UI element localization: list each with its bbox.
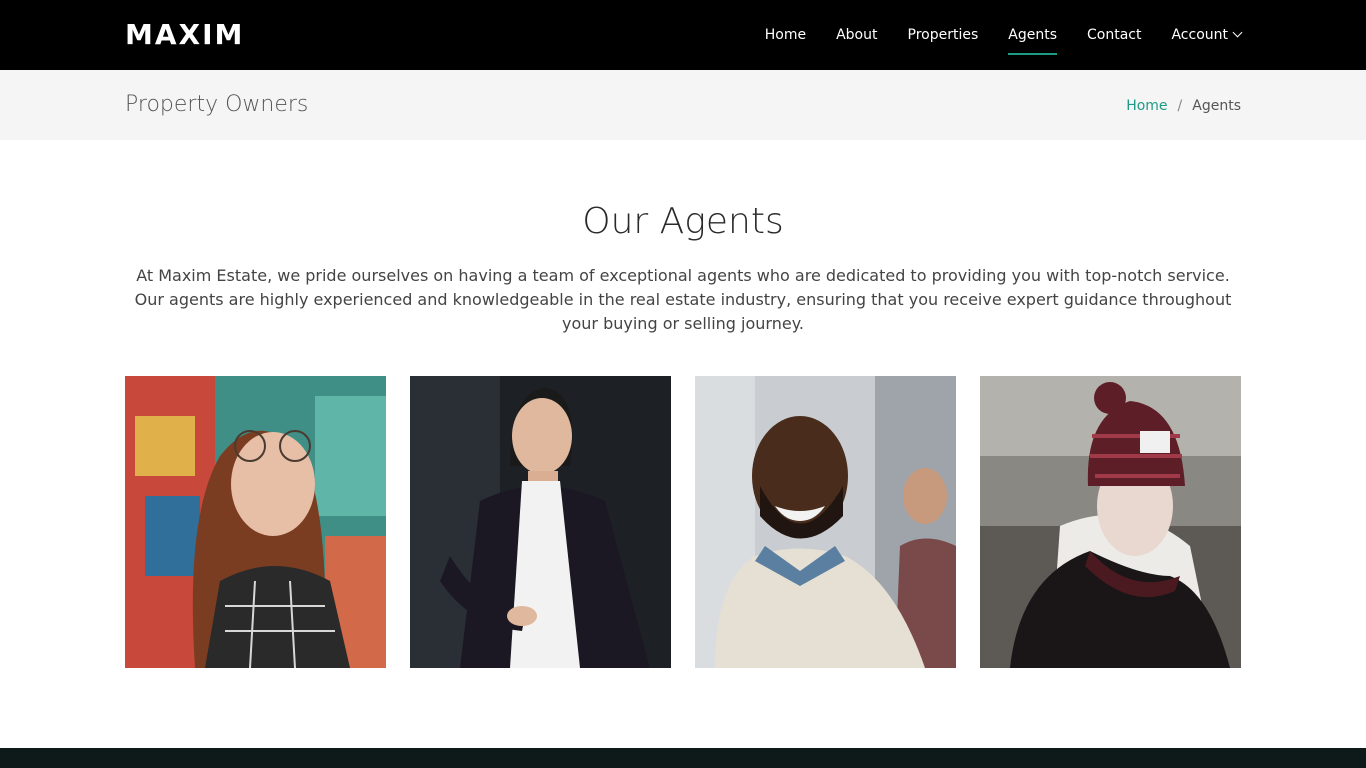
page-title: Property Owners <box>125 92 309 117</box>
nav-item-home[interactable]: Home <box>765 0 806 70</box>
nav-item-agents[interactable]: Agents <box>1008 0 1057 70</box>
nav-item-about[interactable]: About <box>836 0 877 70</box>
section-description: At Maxim Estate, we pride ourselves on h… <box>134 266 1232 333</box>
nav-label: Agents <box>1008 27 1057 43</box>
agent-portrait-image <box>125 376 386 668</box>
agent-photo[interactable] <box>125 376 386 668</box>
nav-label: Contact <box>1087 27 1142 43</box>
agents-grid <box>125 376 1241 668</box>
agent-photo[interactable] <box>695 376 956 668</box>
nav-label: About <box>836 27 878 43</box>
top-navbar: MAXIM Home About Properties Agents Conta… <box>0 0 1366 70</box>
breadcrumb-home-link[interactable]: Home <box>1126 96 1167 116</box>
nav-label: Properties <box>907 27 979 43</box>
agent-portrait-image <box>980 376 1241 668</box>
main-nav: Home About Properties Agents Contact Acc… <box>765 0 1243 70</box>
nav-item-account[interactable]: Account <box>1171 0 1243 70</box>
breadcrumb-separator: / <box>1177 98 1183 114</box>
agent-portrait-image <box>695 376 956 668</box>
footer-bar <box>0 748 1366 768</box>
nav-item-properties[interactable]: Properties <box>908 0 979 70</box>
breadcrumb: Home / Agents <box>1126 96 1241 116</box>
agent-photo[interactable] <box>980 376 1241 668</box>
agent-portrait-image <box>410 376 671 668</box>
page-header: Property Owners Home / Agents <box>0 70 1366 140</box>
section-title: Our Agents <box>582 201 784 242</box>
agent-photo[interactable] <box>410 376 671 668</box>
chevron-down-icon <box>1232 27 1243 37</box>
brand-logo[interactable]: MAXIM <box>125 18 244 52</box>
nav-item-contact[interactable]: Contact <box>1087 0 1141 70</box>
nav-label: Account <box>1171 27 1228 43</box>
breadcrumb-current: Agents <box>1192 98 1241 114</box>
nav-label: Home <box>764 27 807 43</box>
